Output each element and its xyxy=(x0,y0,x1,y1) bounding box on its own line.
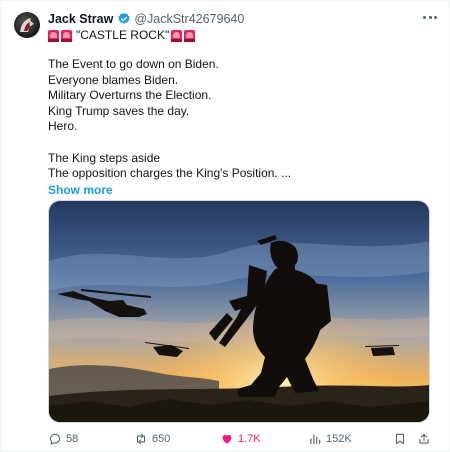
tweet-line: The Event to go down on Biden. xyxy=(48,57,219,71)
tweet-actions-bar: 58 650 1.7K 152K xyxy=(48,430,435,448)
views-action[interactable]: 152K xyxy=(308,430,352,448)
tweet-header: Jack Straw @JackStr42679640 xyxy=(48,11,437,27)
siren-icon xyxy=(184,29,196,42)
views-chart-icon xyxy=(310,434,321,445)
reply-count: 58 xyxy=(66,433,79,445)
repost-count: 650 xyxy=(152,433,171,445)
verified-badge-icon xyxy=(117,12,131,26)
siren-icon xyxy=(48,29,59,42)
bookmark-icon xyxy=(395,433,405,445)
avatar[interactable] xyxy=(14,12,40,38)
tweet-line: King Trump saves the day. xyxy=(48,103,190,118)
like-action[interactable]: 1.7K xyxy=(220,430,261,448)
tweet-line: The opposition charges the King's Positi… xyxy=(48,166,292,181)
tweet-title-line: "CASTLE ROCK" xyxy=(48,28,435,43)
bookmark-action[interactable] xyxy=(393,430,411,448)
siren-icon xyxy=(61,29,72,42)
share-icon xyxy=(419,433,429,444)
reply-action[interactable]: 58 xyxy=(48,430,78,448)
author-handle[interactable]: @JackStr42679640 xyxy=(134,11,244,27)
tweet-line: Military Overturns the Election. xyxy=(48,88,212,103)
tweet-line: Hero. xyxy=(48,119,78,134)
tweet-card[interactable]: Jack Straw @JackStr42679640 "CASTLE ROCK… xyxy=(0,0,450,452)
author-name[interactable]: Jack Straw xyxy=(48,11,113,27)
tweet-line: The King steps aside xyxy=(48,150,161,165)
avatar-image-icon xyxy=(20,18,34,32)
like-count: 1.7K xyxy=(238,433,261,445)
more-options-icon[interactable] xyxy=(421,10,439,24)
tweet-line: Everyone blames Biden. xyxy=(48,72,179,87)
tweet-text: "CASTLE ROCK" The Event to go down on Bi… xyxy=(48,28,435,198)
reply-icon xyxy=(49,433,61,445)
soldier-silhouette-photo-icon xyxy=(49,201,429,422)
tweet-title: "CASTLE ROCK" xyxy=(76,27,170,42)
repost-action[interactable]: 650 xyxy=(134,430,170,448)
views-count: 152K xyxy=(326,433,352,445)
show-more-link[interactable]: Show more xyxy=(48,183,435,199)
siren-icon xyxy=(171,29,183,42)
repost-icon xyxy=(136,433,146,445)
heart-filled-icon xyxy=(222,434,232,444)
share-action[interactable] xyxy=(417,430,435,448)
tweet-media-image[interactable] xyxy=(48,200,430,423)
